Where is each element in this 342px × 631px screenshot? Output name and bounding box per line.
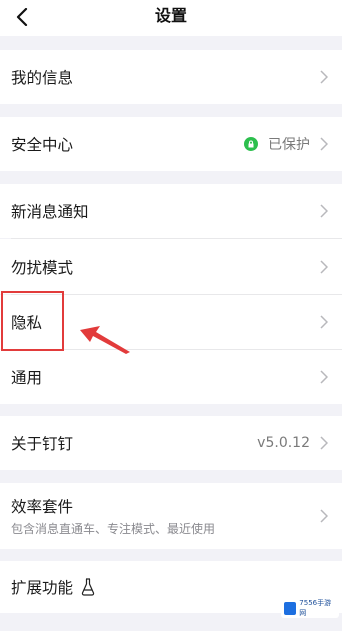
settings-item-general[interactable]: 通用 (0, 350, 342, 404)
chevron-right-icon (320, 315, 328, 329)
settings-item-about[interactable]: 关于钉钉 v5.0.12 (0, 416, 342, 470)
watermark-logo: 7556手游网 (281, 598, 339, 618)
settings-item-dnd[interactable]: 勿扰模式 (0, 239, 342, 294)
highlight-box (1, 291, 64, 351)
security-status-text: 已保护 (268, 137, 310, 153)
settings-item-security[interactable]: 安全中心 已保护 (0, 117, 342, 171)
settings-item-label: 新消息通知 (11, 203, 89, 221)
chevron-left-icon (16, 8, 28, 26)
chevron-right-icon (320, 70, 328, 84)
version-text: v5.0.12 (257, 435, 310, 451)
settings-item-label: 安全中心 (11, 136, 74, 154)
settings-item-label: 勿扰模式 (11, 258, 74, 277)
settings-item-label: 关于钉钉 (11, 435, 74, 453)
chevron-right-icon (320, 204, 328, 218)
lock-icon (244, 137, 258, 151)
watermark-text: 7556手游网 (299, 599, 332, 617)
settings-item-label: 扩展功能 (11, 579, 74, 597)
settings-item-efficiency[interactable]: 效率套件 包含消息直通车、专注模式、最近使用 (0, 483, 342, 549)
chevron-right-icon (320, 509, 328, 523)
settings-item-label: 通用 (11, 369, 43, 387)
settings-item-subtitle: 包含消息直通车、专注模式、最近使用 (11, 522, 216, 536)
chevron-right-icon (320, 137, 328, 151)
watermark-icon (284, 601, 297, 615)
settings-item-label: 效率套件 (11, 498, 74, 516)
chevron-right-icon (320, 259, 328, 274)
page-title: 设置 (154, 6, 187, 25)
flask-icon (81, 578, 95, 596)
chevron-right-icon (320, 370, 328, 384)
settings-item-label: 我的信息 (11, 69, 74, 87)
top-bar: 设置 (0, 0, 342, 36)
settings-item-notifications[interactable]: 新消息通知 (0, 184, 342, 238)
security-status: 已保护 (244, 134, 310, 154)
pointer-arrow (80, 326, 130, 354)
back-button[interactable] (8, 4, 36, 30)
settings-item-my-info[interactable]: 我的信息 (0, 50, 342, 104)
chevron-right-icon (320, 436, 328, 450)
